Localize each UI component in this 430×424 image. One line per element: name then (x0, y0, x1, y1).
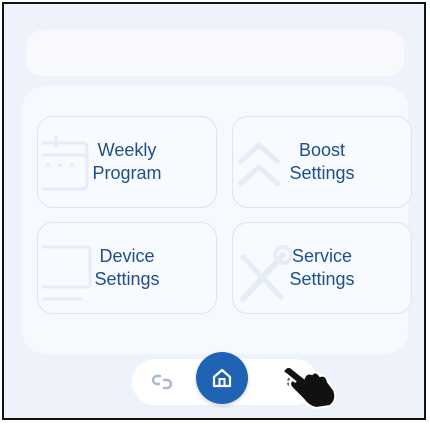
device-settings-tile[interactable]: Device Settings (37, 222, 217, 314)
link-nav-button[interactable] (144, 364, 180, 400)
top-bar (26, 30, 404, 76)
boost-settings-label: Boost Settings (289, 140, 355, 183)
weekly-program-label: Weekly Program (92, 140, 162, 183)
link-icon (151, 374, 173, 390)
service-settings-label: Service Settings (289, 246, 355, 289)
service-settings-tile[interactable]: Service Settings (232, 222, 412, 314)
boost-settings-tile[interactable]: Boost Settings (232, 116, 412, 208)
device-settings-label: Device Settings (94, 246, 160, 289)
hand-pointer-icon (282, 366, 337, 410)
home-nav-button[interactable] (196, 352, 248, 404)
home-icon (212, 368, 232, 388)
app-frame: Weekly Program Boost Settings Device Set… (2, 2, 426, 420)
weekly-program-tile[interactable]: Weekly Program (37, 116, 217, 208)
